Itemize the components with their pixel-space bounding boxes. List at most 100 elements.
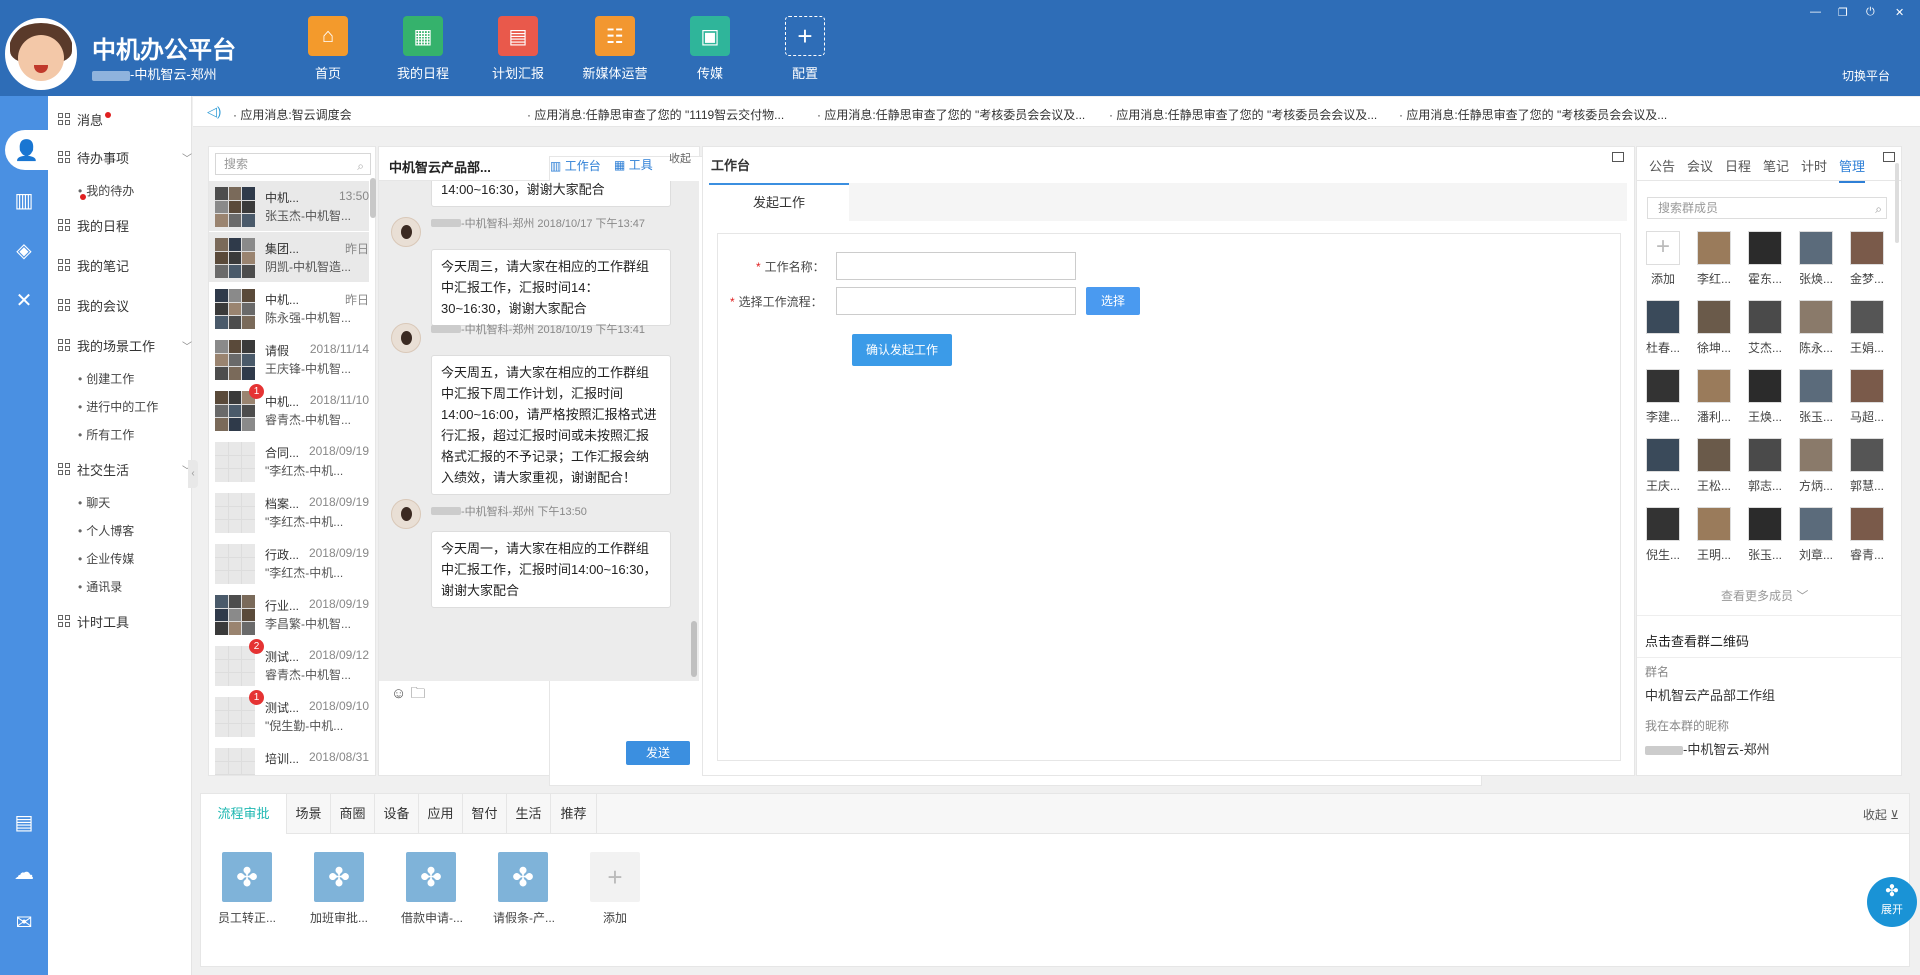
user-avatar[interactable] <box>5 18 77 90</box>
close-icon[interactable]: ✕ <box>1895 6 1904 19</box>
chat-collapse-button[interactable]: 收起 <box>669 150 691 166</box>
member-item[interactable]: 马超... <box>1849 369 1885 425</box>
outlook-icon[interactable]: ✉ <box>0 902 48 942</box>
qr-code-link[interactable]: 点击查看群二维码 <box>1645 631 1749 650</box>
minimize-icon[interactable] <box>1612 152 1624 162</box>
menu-collapse-handle[interactable]: ‹ <box>188 460 198 488</box>
app-loan-request[interactable]: ✤ 借款申请-... <box>401 852 463 926</box>
minimize-icon[interactable]: — <box>1810 6 1821 18</box>
conversation-item[interactable]: 请假 2018/11/14 王庆锋-中机智... <box>209 334 369 384</box>
conversation-search-input[interactable]: 搜索 ⌕ <box>215 153 371 175</box>
conversation-item[interactable]: 行业... 2018/09/19 李昌繁-中机智... <box>209 589 369 639</box>
app-leave-request[interactable]: ✤ 请假条-产... <box>493 852 555 926</box>
tab-devices[interactable]: 设备 <box>375 794 419 834</box>
cube-icon[interactable]: ◈ <box>0 230 48 270</box>
menu-in-progress[interactable]: 进行中的工作 <box>78 398 158 415</box>
menu-messages[interactable]: 消息 <box>58 110 112 129</box>
member-item[interactable]: 艾杰... <box>1747 300 1783 356</box>
tab-scene[interactable]: 场景 <box>287 794 331 834</box>
conversation-item[interactable]: 集团... 昨日 阴凯-中机智造... <box>209 232 369 282</box>
member-item[interactable]: 金梦... <box>1849 231 1885 287</box>
work-name-input[interactable] <box>836 252 1076 280</box>
app-overtime-approval[interactable]: ✤ 加班审批... <box>309 852 369 926</box>
conversation-item[interactable]: 1 中机... 2018/11/10 睿青杰-中机智... <box>209 384 369 435</box>
tab-start-work[interactable]: 发起工作 <box>709 183 849 221</box>
conversation-item[interactable]: 中机... 昨日 陈永强-中机智... <box>209 283 369 333</box>
conversation-scrollbar[interactable] <box>370 178 376 218</box>
conversation-item[interactable]: 1 测试... 2018/09/10 "倪生勤-中机... <box>209 690 369 741</box>
menu-all-work[interactable]: 所有工作 <box>78 426 134 443</box>
member-item[interactable]: 徐坤... <box>1696 300 1732 356</box>
tab-schedule[interactable]: 日程 <box>1725 156 1751 175</box>
member-item[interactable]: 倪生... <box>1645 507 1681 563</box>
app-employee-regularization[interactable]: ✤ 员工转正... <box>217 852 277 926</box>
menu-notes[interactable]: 我的笔记 <box>58 256 129 275</box>
conversation-item[interactable]: 档案... 2018/09/19 "李红杰-中机... <box>209 487 369 537</box>
nav-media-ops[interactable]: ☷ 新媒体运营 <box>567 16 663 82</box>
member-item[interactable]: 张玉... <box>1798 369 1834 425</box>
app-add[interactable]: + 添加 <box>585 852 645 926</box>
tab-apps[interactable]: 应用 <box>419 794 463 834</box>
menu-contacts[interactable]: 通讯录 <box>78 578 122 595</box>
flow-input[interactable] <box>836 287 1076 315</box>
tools-icon[interactable]: ✕ <box>0 280 48 320</box>
member-scrollbar[interactable] <box>1895 163 1899 243</box>
nav-report[interactable]: ▤ 计划汇报 <box>470 16 566 82</box>
tab-life[interactable]: 生活 <box>507 794 551 834</box>
conversation-item[interactable]: 培训... 2018/08/31 <box>209 742 369 775</box>
tab-manage[interactable]: 管理 <box>1839 156 1866 183</box>
nickname-value[interactable]: -中机智云-郑州 <box>1645 739 1770 758</box>
menu-meetings[interactable]: 我的会议 <box>58 296 129 315</box>
tab-meeting[interactable]: 会议 <box>1687 156 1713 175</box>
building-icon[interactable]: ▥ <box>0 180 48 220</box>
menu-todo[interactable]: 待办事项 ﹀ <box>58 148 192 167</box>
menu-scene-work[interactable]: 我的场景工作 ﹀ <box>58 336 192 355</box>
conversation-item[interactable]: 合同... 2018/09/19 "李红杰-中机... <box>209 436 369 486</box>
nav-news[interactable]: ▣ 传媒 <box>662 16 758 82</box>
conversation-item[interactable]: 中机... 13:50 张玉杰-中机智... <box>209 181 369 231</box>
member-item[interactable]: 王娟... <box>1849 300 1885 356</box>
member-item[interactable]: 李红... <box>1696 231 1732 287</box>
tab-workflow-approval[interactable]: 流程审批 <box>201 794 287 834</box>
member-item[interactable]: 睿青... <box>1849 507 1885 563</box>
cloud-icon[interactable]: ☁ <box>0 852 48 892</box>
switch-platform-button[interactable]: 切换平台 <box>1842 67 1890 84</box>
tab-business-circle[interactable]: 商圈 <box>331 794 375 834</box>
member-item[interactable]: 杜春... <box>1645 300 1681 356</box>
nav-config[interactable]: + 配置 <box>757 16 853 82</box>
user-icon[interactable]: 👤 <box>5 130 48 170</box>
expand-button[interactable]: ✤ 展开 <box>1867 877 1917 927</box>
menu-social[interactable]: 社交生活 ﹀ <box>58 460 192 479</box>
emoji-icon[interactable]: ☺ <box>391 685 406 702</box>
nav-home[interactable]: ⌂ 首页 <box>280 16 376 82</box>
tools-tab[interactable]: ▦ 工具 <box>614 156 653 173</box>
member-item[interactable]: 王明... <box>1696 507 1732 563</box>
member-search-input[interactable]: 搜索群成员 ⌕ <box>1647 197 1887 219</box>
tab-recommend[interactable]: 推荐 <box>551 794 597 834</box>
member-item[interactable]: 潘利... <box>1696 369 1732 425</box>
add-member-button[interactable]: + 添加 <box>1645 231 1681 287</box>
select-flow-button[interactable]: 选择 <box>1086 287 1140 315</box>
member-item[interactable]: 郭慧... <box>1849 438 1885 494</box>
member-item[interactable]: 张玉... <box>1747 507 1783 563</box>
restore-icon[interactable]: ❐ <box>1838 6 1848 19</box>
marquee-item[interactable]: · 应用消息:任静思审查了您的 "考核委员会会议及... <box>1399 106 1667 123</box>
minimize-icon[interactable] <box>1883 152 1895 162</box>
nav-schedule[interactable]: ▦ 我的日程 <box>375 16 471 82</box>
power-icon[interactable]: ⏻ <box>1866 6 1875 19</box>
view-more-members-link[interactable]: 查看更多成员 ﹀ <box>1721 587 1808 604</box>
tab-announcement[interactable]: 公告 <box>1649 156 1675 175</box>
marquee-item[interactable]: · 应用消息:任静思审查了您的 "考核委员会会议及... <box>1109 106 1377 123</box>
chat-scrollbar[interactable] <box>691 621 697 677</box>
chart-icon[interactable]: ▤ <box>0 802 48 842</box>
marquee-item[interactable]: · 应用消息:任静思审查了您的 "1119智云交付物... <box>527 106 784 123</box>
tab-notes[interactable]: 笔记 <box>1763 156 1789 175</box>
member-item[interactable]: 郭志... <box>1747 438 1783 494</box>
member-item[interactable]: 方炳... <box>1798 438 1834 494</box>
tab-timer[interactable]: 计时 <box>1801 156 1827 175</box>
menu-chat[interactable]: 聊天 <box>78 494 110 511</box>
member-item[interactable]: 刘章... <box>1798 507 1834 563</box>
marquee-item[interactable]: · 应用消息:智云调度会 <box>233 106 352 123</box>
confirm-start-work-button[interactable]: 确认发起工作 <box>852 334 952 366</box>
folder-icon[interactable]: 🗀 <box>411 685 426 702</box>
